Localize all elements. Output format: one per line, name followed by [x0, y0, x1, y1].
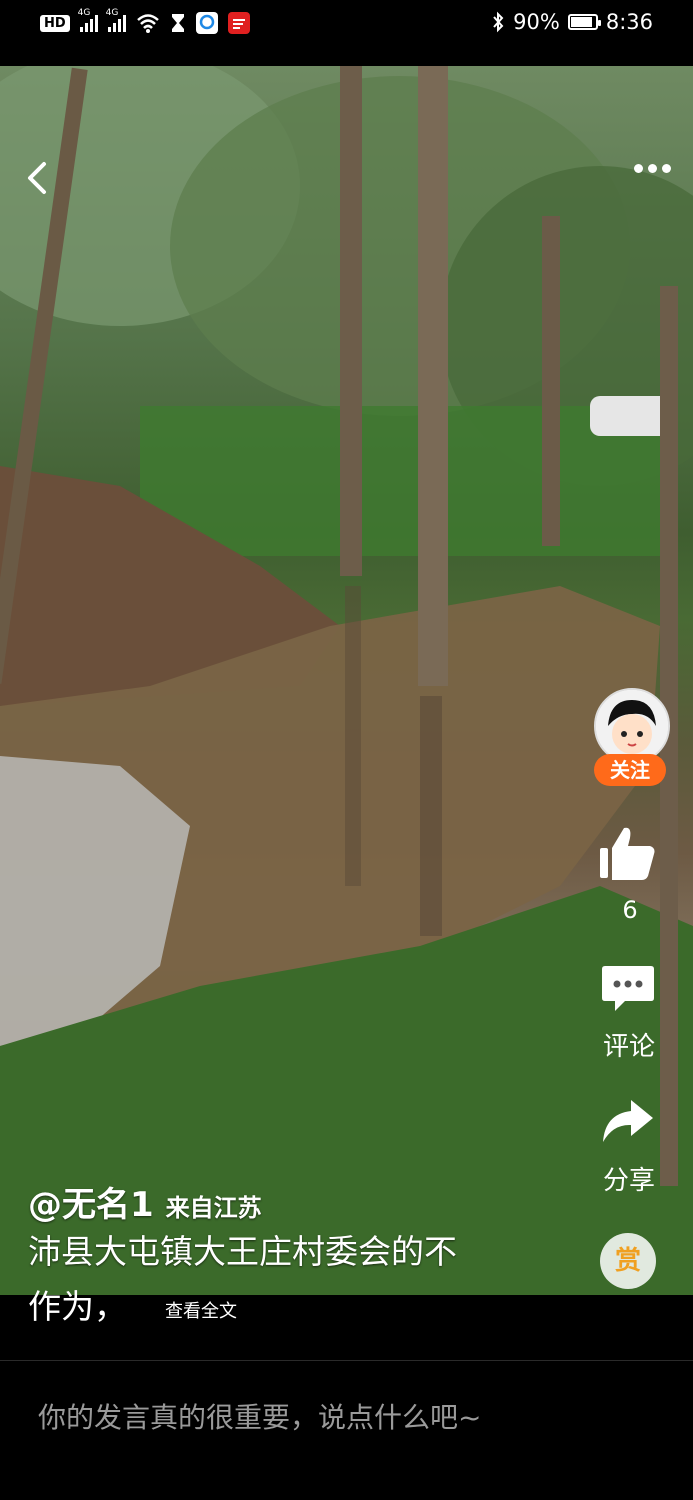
like-count: 6: [622, 896, 638, 924]
author-handle[interactable]: @无名1: [28, 1177, 154, 1226]
back-arrow-icon[interactable]: [18, 158, 58, 198]
comment-bubble-icon[interactable]: [601, 964, 655, 1014]
follow-button[interactable]: 关注: [594, 754, 666, 786]
video-player[interactable]: [0, 66, 693, 1295]
battery-fill: [570, 17, 593, 27]
battery-percent: 90%: [513, 10, 560, 34]
status-left: HD 4G 4G: [40, 8, 250, 34]
video-frame: [0, 66, 693, 1295]
signal-label: 4G: [77, 8, 91, 18]
comment-label[interactable]: 评论: [596, 1026, 662, 1063]
video-caption: 沛县大屯镇大王庄村委会的不: [28, 1232, 457, 1271]
see-all-link[interactable]: 查看全文: [165, 1297, 237, 1323]
signal-icon: 4G: [78, 8, 98, 32]
status-right: 90% 8:36: [491, 10, 653, 34]
share-arrow-icon[interactable]: [601, 1098, 655, 1144]
status-bar: HD 4G 4G 90% 8:36: [0, 0, 693, 66]
news-app-icon: [227, 12, 250, 34]
signal-icon: 4G: [106, 8, 126, 32]
author-info: @无名1 来自江苏: [28, 1177, 262, 1226]
author-avatar[interactable]: [594, 688, 670, 764]
comment-input[interactable]: 你的发言真的很重要，说点什么吧~: [38, 1396, 481, 1436]
hourglass-icon: [171, 14, 184, 32]
divider: [0, 1360, 693, 1361]
more-options-icon[interactable]: [634, 164, 671, 173]
bluetooth-icon: [493, 11, 504, 33]
chat-app-icon: [195, 12, 218, 34]
hd-icon: HD: [40, 14, 70, 32]
battery-icon: [567, 14, 601, 30]
thumbs-up-icon[interactable]: [598, 824, 656, 882]
share-label[interactable]: 分享: [596, 1160, 662, 1197]
avatar-image: [596, 690, 668, 762]
video-caption-continued: 作为，: [28, 1287, 127, 1326]
author-location: 来自江苏: [165, 1194, 262, 1222]
clock: 8:36: [605, 10, 653, 34]
signal-label: 4G: [105, 8, 119, 18]
reward-button[interactable]: 赏: [600, 1233, 656, 1289]
wifi-icon: [136, 14, 159, 33]
